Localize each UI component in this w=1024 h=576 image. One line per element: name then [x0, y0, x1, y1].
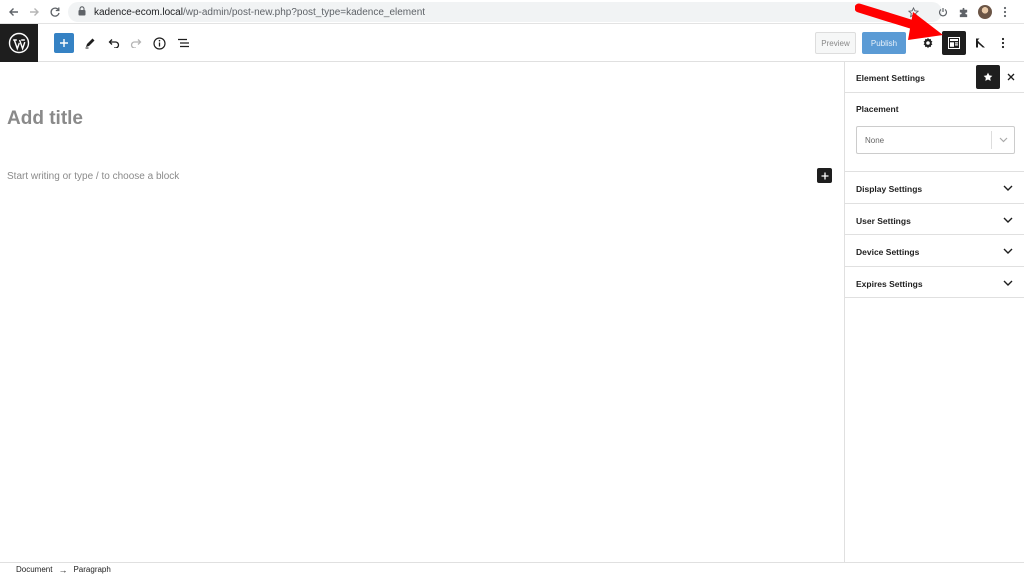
url-text: kadence-ecom.local/wp-admin/post-new.php…	[94, 7, 425, 18]
chevron-down-icon	[1002, 215, 1014, 225]
lock-icon	[78, 3, 86, 21]
kebab-menu-icon[interactable]	[996, 3, 1014, 21]
url-host: kadence-ecom.local	[94, 6, 183, 18]
back-arrow-icon[interactable]	[3, 1, 25, 23]
wordpress-logo-icon[interactable]	[0, 24, 38, 62]
plus-icon	[821, 172, 828, 179]
panel-user-settings[interactable]: User Settings	[845, 204, 1024, 235]
reload-icon[interactable]	[44, 1, 66, 23]
chevron-down-icon	[992, 137, 1014, 143]
edit-tools-button[interactable]	[78, 31, 102, 55]
red-arrow-annotation-icon	[855, 3, 943, 40]
options-menu-button[interactable]	[991, 31, 1015, 55]
chevron-down-icon	[1002, 246, 1014, 256]
kadence-button[interactable]	[968, 31, 992, 55]
close-sidebar-button[interactable]	[1003, 69, 1019, 85]
placement-label: Placement	[856, 104, 899, 114]
pin-star-button[interactable]	[976, 65, 1000, 89]
block-inserter-button[interactable]	[54, 33, 74, 53]
placement-section: Placement None	[845, 93, 1024, 172]
panel-label: Display Settings	[856, 184, 923, 194]
element-settings-sidebar: Element Settings Placement None Display …	[844, 62, 1024, 562]
kebab-menu-icon	[1001, 37, 1005, 49]
plus-icon	[60, 39, 68, 47]
redo-button[interactable]	[124, 31, 148, 55]
panel-device-settings[interactable]: Device Settings	[845, 235, 1024, 267]
chevron-down-icon	[1002, 183, 1014, 193]
panel-expires-settings[interactable]: Expires Settings	[845, 267, 1024, 298]
redo-icon	[130, 39, 142, 48]
forward-arrow-icon[interactable]	[23, 1, 45, 23]
list-view-icon	[177, 38, 189, 48]
panel-label: Device Settings	[856, 247, 920, 257]
add-block-button[interactable]	[817, 168, 832, 183]
panel-label: Expires Settings	[856, 278, 923, 289]
puzzle-icon[interactable]	[954, 3, 972, 21]
list-view-button[interactable]	[171, 31, 195, 55]
placement-value: None	[865, 135, 885, 145]
preview-button[interactable]: Preview	[815, 32, 856, 54]
kadence-logo-icon	[976, 38, 985, 48]
pencil-icon	[85, 38, 95, 49]
details-button[interactable]	[147, 31, 171, 55]
avatar-image	[978, 5, 992, 19]
block-placeholder[interactable]: Start writing or type / to choose a bloc…	[7, 171, 179, 182]
sidebar-header: Element Settings	[845, 62, 1024, 93]
undo-button[interactable]	[102, 31, 126, 55]
star-icon	[983, 72, 993, 81]
breadcrumb-document[interactable]: Document	[16, 565, 52, 574]
chevron-down-icon	[1002, 278, 1014, 288]
breadcrumb-paragraph[interactable]: Paragraph	[73, 565, 110, 574]
close-icon	[1007, 73, 1015, 81]
sidebar-title: Element Settings	[856, 73, 925, 83]
arrow-right-icon: →	[58, 564, 68, 575]
undo-icon	[108, 39, 120, 48]
panel-display-settings[interactable]: Display Settings	[845, 172, 1024, 204]
panel-label: User Settings	[856, 215, 911, 226]
info-icon	[152, 36, 166, 50]
avatar[interactable]	[976, 3, 994, 21]
address-bar[interactable]: kadence-ecom.local/wp-admin/post-new.php…	[68, 2, 942, 22]
placement-select[interactable]: None	[856, 126, 1015, 154]
block-breadcrumb: Document → Paragraph	[0, 562, 1024, 576]
post-title-placeholder[interactable]: Add title	[7, 108, 83, 130]
url-path: /wp-admin/post-new.php?post_type=kadence…	[182, 6, 426, 18]
